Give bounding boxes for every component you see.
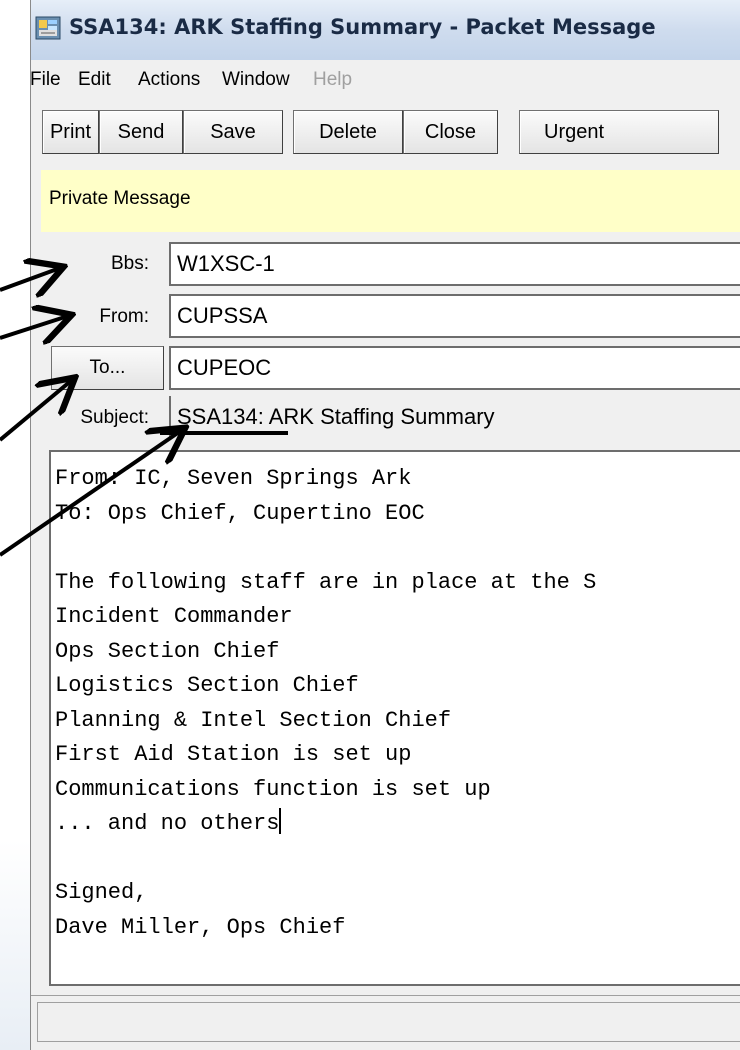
- body-line-with-caret: ... and no others: [55, 807, 740, 842]
- to-button[interactable]: To...: [51, 346, 164, 390]
- menu-actions[interactable]: Actions: [138, 69, 200, 91]
- body-line: Signed,: [55, 880, 148, 905]
- close-button[interactable]: Close: [403, 110, 498, 154]
- menu-help[interactable]: Help: [313, 69, 352, 91]
- body-line: Logistics Section Chief: [55, 673, 359, 698]
- menu-edit[interactable]: Edit: [78, 69, 111, 91]
- subject-label: Subject:: [80, 407, 149, 428]
- body-line: Planning & Intel Section Chief: [55, 707, 452, 733]
- text-caret: [279, 808, 282, 834]
- body-line: Communications function is set up: [55, 776, 491, 802]
- app-icon[interactable]: [35, 14, 63, 42]
- save-button[interactable]: Save: [183, 110, 283, 154]
- menu-window[interactable]: Window: [222, 69, 290, 91]
- body-line: [55, 842, 740, 877]
- toolbar: Print Send Save Delete Close Urgent: [31, 98, 740, 168]
- to-field[interactable]: CUPEOC: [169, 346, 740, 390]
- delete-button[interactable]: Delete: [293, 110, 403, 154]
- body-line: The following staff are in place at the …: [55, 569, 597, 595]
- bbs-label: Bbs:: [110, 253, 149, 274]
- body-line: First Aid Station is set up: [55, 742, 412, 767]
- bbs-field[interactable]: W1XSC-1: [169, 242, 740, 286]
- menu-bar: File Edit Actions Window Help: [30, 60, 740, 98]
- from-field[interactable]: CUPSSA: [169, 294, 740, 338]
- from-label: From:: [99, 306, 149, 327]
- title-bar: SSA134: ARK Staffing Summary - Packet Me…: [31, 0, 740, 61]
- send-button[interactable]: Send: [99, 110, 183, 154]
- body-line: Dave Miller, Ops Chief: [55, 914, 346, 940]
- message-window: SSA134: ARK Staffing Summary - Packet Me…: [30, 0, 740, 1050]
- body-line: To: Ops Chief, Cupertino EOC: [55, 500, 425, 526]
- print-button[interactable]: Print: [42, 110, 99, 154]
- private-message-label: Private Message: [49, 188, 191, 209]
- menu-file[interactable]: File: [30, 69, 61, 91]
- subject-prefix-underline: [160, 431, 288, 435]
- subject-text: ARK Staffing Summary: [263, 404, 495, 429]
- body-line: Incident Commander: [55, 604, 293, 629]
- message-status-strip: Private Message: [41, 170, 740, 232]
- body-line: From: IC, Seven Springs Ark: [55, 466, 412, 491]
- subject-prefix: SSA134:: [177, 404, 264, 429]
- status-bar: [31, 995, 740, 1050]
- body-line-text: ... and no others: [55, 811, 280, 836]
- message-body[interactable]: From: IC, Seven Springs Ark To: Ops Chie…: [49, 450, 740, 986]
- body-line: [55, 531, 740, 566]
- body-line: Ops Section Chief: [55, 638, 280, 664]
- status-bar-panel: [37, 1002, 740, 1042]
- urgent-button[interactable]: Urgent: [519, 110, 719, 154]
- window-title: SSA134: ARK Staffing Summary - Packet Me…: [69, 15, 656, 39]
